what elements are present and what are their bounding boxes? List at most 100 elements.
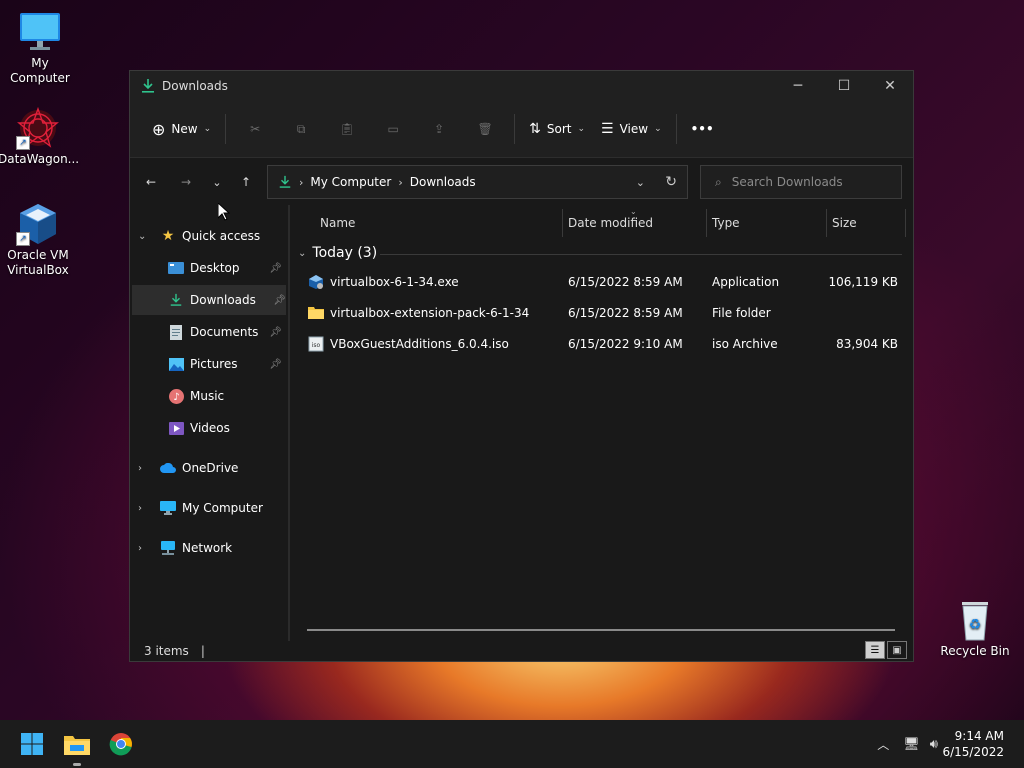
installer-icon (308, 274, 324, 290)
pane-splitter[interactable] (288, 205, 290, 641)
copy-icon[interactable]: ⧉ (285, 113, 317, 145)
folder-icon (308, 305, 324, 321)
nav-quick-access[interactable]: ⌄ ★ Quick access (130, 221, 288, 251)
column-divider[interactable] (905, 209, 906, 237)
expand-chevron-icon[interactable]: › (138, 543, 142, 554)
pin-icon: 📌︎ (269, 358, 282, 370)
taskbar-chrome[interactable] (105, 728, 137, 760)
maximize-button[interactable]: ☐ (821, 71, 867, 101)
column-header-name[interactable]: Name (320, 209, 560, 237)
file-row[interactable]: iso VBoxGuestAdditions_6.0.4.iso 6/15/20… (298, 329, 902, 360)
group-divider (380, 254, 902, 255)
recent-locations-button[interactable]: ⌄ (202, 167, 232, 197)
column-header-date[interactable]: Date modified ⌄ (568, 207, 704, 237)
view-list-icon: ☰ (601, 121, 614, 137)
search-box[interactable]: ⌕ Search Downloads (700, 165, 902, 199)
network-status-icon[interactable]: 🖥︎ (903, 737, 920, 752)
chevron-down-icon: ⌄ (203, 124, 212, 134)
file-name: virtualbox-6-1-34.exe (330, 275, 459, 289)
new-button[interactable]: ⊕ New ⌄ (144, 113, 219, 145)
nav-music[interactable]: ♪ Music (130, 381, 282, 411)
column-header-type[interactable]: Type (712, 209, 822, 237)
column-divider[interactable] (826, 209, 827, 237)
more-options-button[interactable]: ••• (683, 113, 722, 145)
expand-chevron-icon[interactable]: › (138, 463, 142, 474)
rename-icon[interactable]: ▭ (377, 113, 409, 145)
mouse-cursor-icon (217, 201, 231, 224)
breadcrumb-my-computer[interactable]: My Computer (310, 175, 391, 189)
nav-up-button[interactable]: ↑ (231, 167, 261, 197)
show-hidden-icons-icon[interactable]: ︿ (877, 736, 889, 753)
clock-time: 9:14 AM (954, 729, 1004, 743)
nav-forward-button[interactable]: → (171, 167, 201, 197)
file-row[interactable]: virtualbox-extension-pack-6-1-34 6/15/20… (298, 298, 902, 329)
expand-chevron-icon[interactable]: ⌄ (138, 231, 146, 242)
music-icon: ♪ (168, 388, 184, 404)
item-count: 3 items (144, 644, 189, 658)
volume-icon[interactable]: 🔊︎ (930, 737, 938, 752)
file-date: 6/15/2022 8:59 AM (568, 306, 683, 320)
downloads-icon (278, 175, 292, 189)
view-button[interactable]: ☰ View ⌄ (593, 113, 670, 145)
cut-icon[interactable]: ✂ (239, 113, 271, 145)
paste-icon[interactable]: 📋︎ (331, 113, 363, 145)
start-button[interactable] (16, 728, 48, 760)
nav-videos[interactable]: Videos (130, 413, 282, 443)
status-bar: 3 items | ☰ ▣ (130, 641, 913, 661)
expand-chevron-icon[interactable]: › (138, 503, 142, 514)
nav-network[interactable]: › Network (130, 533, 288, 563)
address-bar[interactable]: › My Computer › Downloads ⌄ ↻ (267, 165, 688, 199)
pin-icon: 📌︎ (269, 326, 282, 338)
desktop-icon-my-computer[interactable]: My Computer (0, 10, 80, 86)
title-bar[interactable]: Downloads ─ ☐ ✕ (130, 71, 913, 101)
tiles-view-icon[interactable]: ▣ (887, 641, 907, 659)
svg-text:iso: iso (312, 342, 321, 349)
window-title: Downloads (162, 79, 228, 93)
file-type: iso Archive (712, 337, 778, 351)
share-icon[interactable]: ⇪ (423, 113, 455, 145)
file-explorer-window: Downloads ─ ☐ ✕ ⊕ New ⌄ ✂ ⧉ 📋︎ ▭ ⇪ 🗑︎ ⇅ … (129, 70, 914, 662)
view-label: View (619, 122, 649, 136)
file-name: virtualbox-extension-pack-6-1-34 (330, 306, 530, 320)
desktop-icon-recycle-bin[interactable]: ♻ Recycle Bin (935, 598, 1015, 659)
navigation-pane: ⌄ ★ Quick access Desktop 📌︎ Downloads 📌︎… (130, 205, 288, 641)
minimize-button[interactable]: ─ (775, 71, 821, 101)
column-divider[interactable] (562, 209, 563, 237)
star-icon: ★ (161, 228, 175, 244)
downloads-icon (168, 292, 184, 308)
desktop-icon (168, 260, 184, 276)
desktop-icon-datawagon[interactable]: ↗ DataWagon... (0, 106, 79, 167)
breadcrumb-downloads[interactable]: Downloads (410, 175, 476, 189)
nav-back-button[interactable]: ← (136, 167, 166, 197)
nav-desktop[interactable]: Desktop 📌︎ (130, 253, 282, 283)
nav-documents[interactable]: Documents 📌︎ (130, 317, 282, 347)
file-row[interactable]: virtualbox-6-1-34.exe 6/15/2022 8:59 AM … (298, 267, 902, 298)
delete-icon[interactable]: 🗑︎ (469, 113, 501, 145)
column-divider[interactable] (706, 209, 707, 237)
refresh-icon[interactable]: ↻ (665, 174, 677, 190)
file-type: Application (712, 275, 780, 289)
shortcut-arrow-icon: ↗ (16, 136, 30, 150)
address-dropdown-icon[interactable]: ⌄ (636, 176, 645, 189)
sort-button[interactable]: ⇅ Sort ⌄ (521, 113, 593, 145)
desktop-icon-virtualbox[interactable]: ↗ Oracle VM VirtualBox (0, 202, 78, 278)
details-view-icon[interactable]: ☰ (865, 641, 885, 659)
taskbar-clock[interactable]: 9:14 AM 6/15/2022 (942, 728, 1004, 760)
svg-text:♻: ♻ (969, 617, 982, 633)
search-placeholder: Search Downloads (731, 175, 843, 189)
nav-my-computer[interactable]: › My Computer (130, 493, 288, 523)
nav-onedrive[interactable]: › OneDrive (130, 453, 288, 483)
pin-icon: 📌︎ (269, 262, 282, 274)
plus-circle-icon: ⊕ (152, 119, 166, 139)
videos-icon (168, 420, 184, 436)
collapse-chevron-icon: ⌄ (298, 247, 307, 259)
close-button[interactable]: ✕ (867, 71, 913, 101)
column-header-size[interactable]: Size (832, 209, 902, 237)
nav-pictures[interactable]: Pictures 📌︎ (130, 349, 282, 379)
group-header-today[interactable]: ⌄ Today (3) (298, 245, 377, 261)
horizontal-scrollbar[interactable] (307, 629, 895, 631)
chevron-down-icon: ⌄ (654, 124, 662, 134)
nav-downloads[interactable]: Downloads 📌︎ (132, 285, 286, 315)
taskbar-file-explorer[interactable] (61, 728, 93, 766)
iso-icon: iso (308, 336, 324, 352)
